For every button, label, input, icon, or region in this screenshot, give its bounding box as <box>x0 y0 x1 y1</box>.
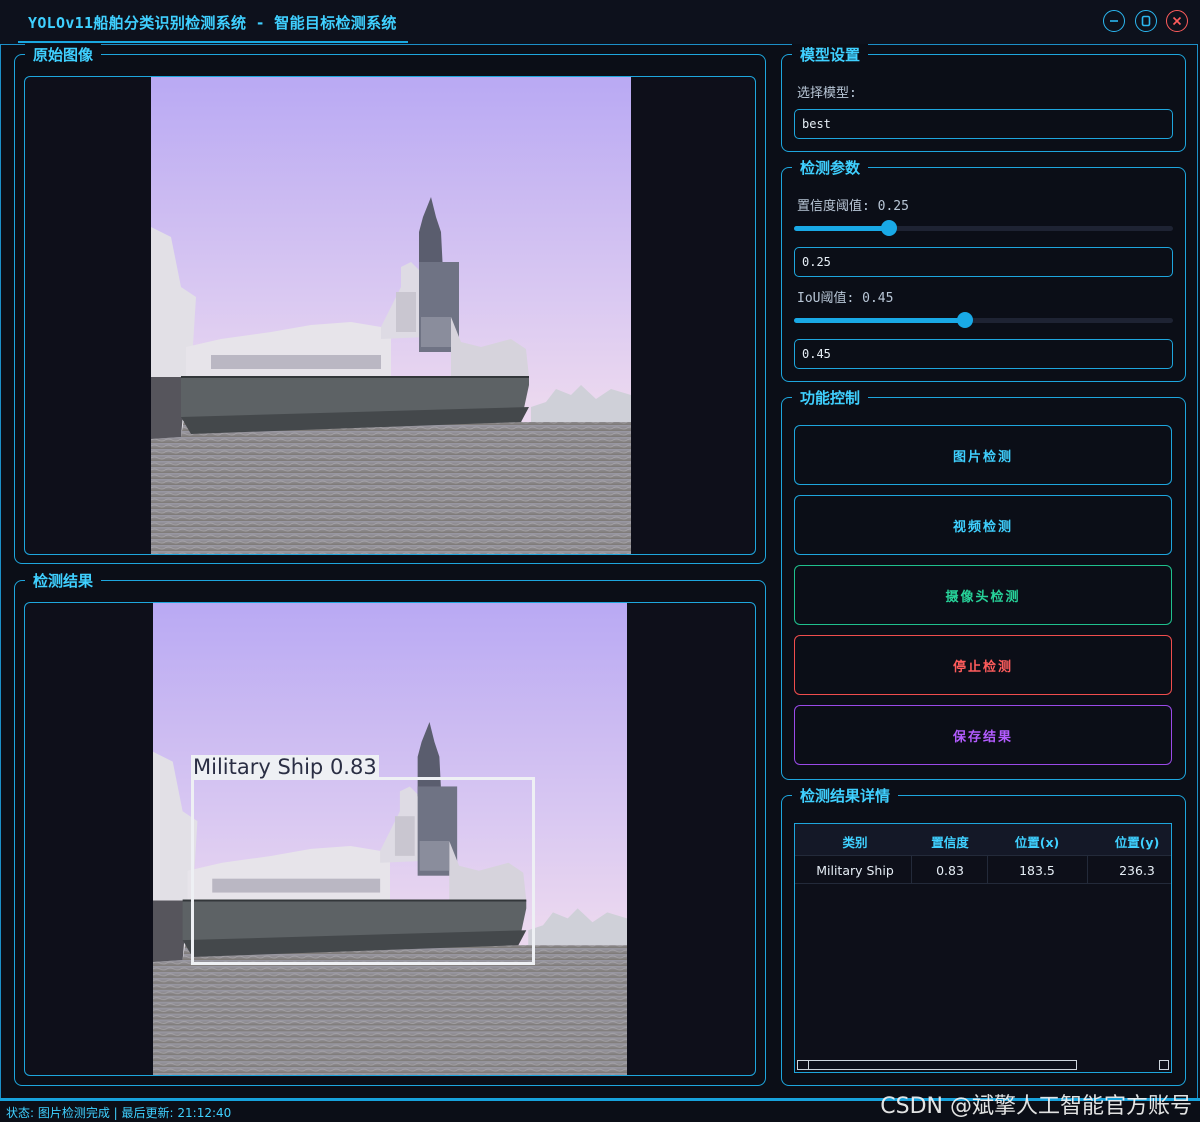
cell-confidence: 0.83 <box>936 863 964 878</box>
column-header-class[interactable]: 类别 <box>805 832 905 851</box>
save-results-button[interactable]: 保存结果 <box>794 705 1172 765</box>
results-table-header: 类别 置信度 位置(x) 位置(y) <box>795 824 1171 856</box>
iou-slider[interactable] <box>794 312 1173 328</box>
video-detect-button[interactable]: 视频检测 <box>794 495 1172 555</box>
results-detail-title: 检测结果详情 <box>792 785 899 806</box>
minimize-icon <box>1110 20 1118 22</box>
detection-bounding-box <box>191 777 535 965</box>
image-detect-button[interactable]: 图片检测 <box>794 425 1172 485</box>
scrollbar-right-arrow[interactable] <box>1159 1060 1169 1070</box>
watermark: CSDN @斌擎人工智能官方账号 <box>880 1094 1192 1119</box>
detection-result-title: 检测结果 <box>25 570 102 591</box>
column-divider <box>1087 855 1088 884</box>
confidence-input[interactable]: 0.25 <box>794 247 1173 277</box>
scrollbar-left-arrow[interactable] <box>798 1061 809 1069</box>
status-bar: 状态: 图片检测完成 | 最后更新: 21:12:40 <box>6 1106 232 1120</box>
maximize-icon <box>1141 15 1151 27</box>
cell-class: Military Ship <box>816 863 894 878</box>
column-header-x[interactable]: 位置(x) <box>987 832 1087 851</box>
confidence-slider-handle[interactable] <box>881 220 897 236</box>
cell-y: 236.3 <box>1119 863 1155 878</box>
confidence-slider-fill <box>794 226 889 231</box>
row-divider <box>795 883 1171 884</box>
horizontal-scrollbar[interactable] <box>797 1060 1077 1070</box>
detection-label: Military Ship 0.83 <box>191 755 379 779</box>
cell-x: 183.5 <box>1019 863 1055 878</box>
iou-slider-fill <box>794 318 965 323</box>
function-control-title: 功能控制 <box>792 387 869 408</box>
column-header-confidence[interactable]: 置信度 <box>905 832 995 851</box>
original-ship-image <box>151 77 631 555</box>
iou-slider-handle[interactable] <box>957 312 973 328</box>
detection-params-title: 检测参数 <box>792 157 869 178</box>
confidence-label: 置信度阈值: 0.25 <box>797 199 909 214</box>
title-bar: YOLOv11船舶分类识别检测系统 - 智能目标检测系统 <box>0 0 1200 44</box>
title-underline <box>18 41 408 43</box>
iou-input[interactable]: 0.45 <box>794 339 1173 369</box>
select-model-label: 选择模型: <box>797 86 857 101</box>
close-button[interactable] <box>1166 10 1188 32</box>
model-select[interactable]: best <box>794 109 1173 139</box>
window-title: YOLOv11船舶分类识别检测系统 - 智能目标检测系统 <box>28 14 397 32</box>
confidence-slider[interactable] <box>794 220 1173 236</box>
minimize-button[interactable] <box>1103 10 1125 32</box>
result-image-view: Military Ship 0.83 <box>24 602 756 1076</box>
original-image-title: 原始图像 <box>25 44 102 65</box>
stop-detect-button[interactable]: 停止检测 <box>794 635 1172 695</box>
iou-label: IoU阈值: 0.45 <box>797 291 894 306</box>
maximize-button[interactable] <box>1135 10 1157 32</box>
results-table: 类别 置信度 位置(x) 位置(y) Military Ship 0.83 18… <box>794 823 1172 1073</box>
column-header-y[interactable]: 位置(y) <box>1087 832 1187 851</box>
close-icon <box>1172 16 1182 26</box>
column-divider <box>911 855 912 884</box>
column-divider <box>987 855 988 884</box>
camera-detect-button[interactable]: 摄像头检测 <box>794 565 1172 625</box>
original-image-view <box>24 76 756 555</box>
model-settings-title: 模型设置 <box>792 44 869 65</box>
